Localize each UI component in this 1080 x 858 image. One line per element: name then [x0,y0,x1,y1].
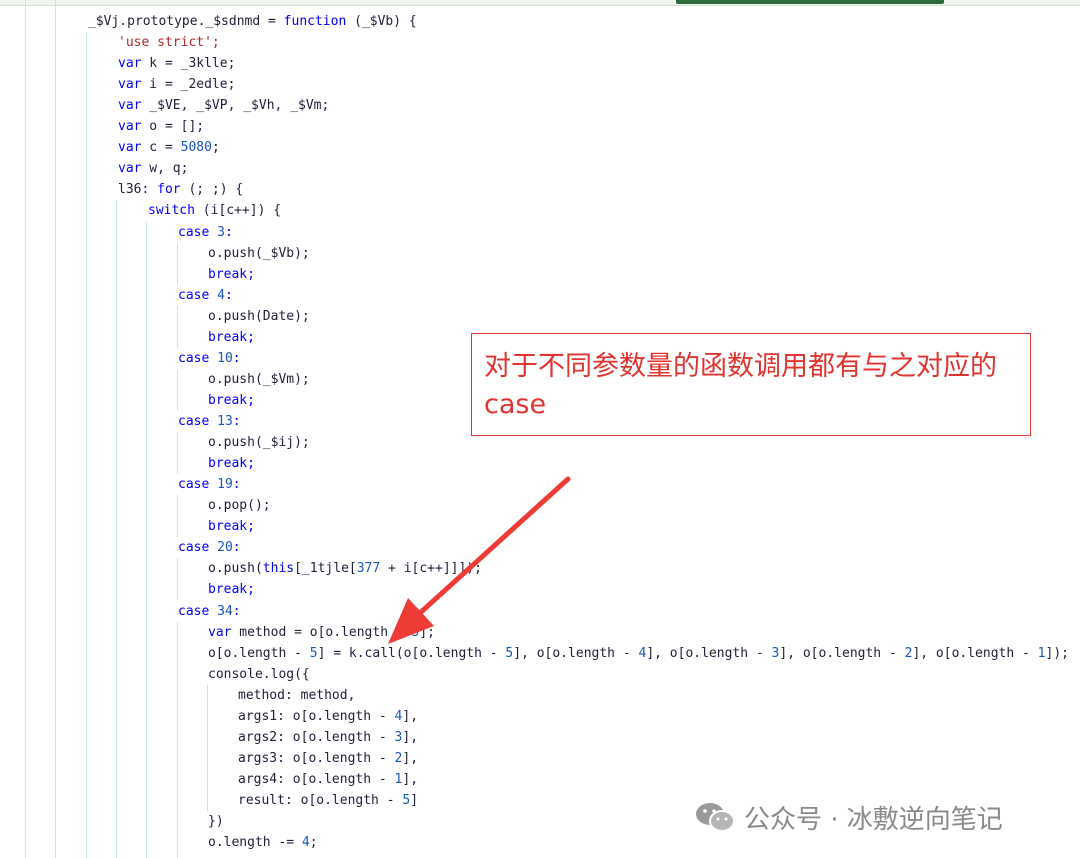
wechat-icon [696,803,735,832]
annotation-arrow-icon [388,476,571,644]
watermark: 公众号 · 冰敷逆向笔记 [694,795,1003,839]
watermark-text: 公众号 · 冰敷逆向笔记 [744,804,1003,835]
